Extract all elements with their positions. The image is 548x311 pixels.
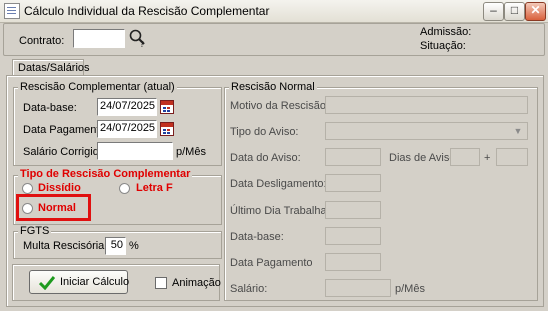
normal-datapag-label: Data Pagamento bbox=[230, 257, 313, 269]
dias-aviso-input bbox=[450, 148, 480, 166]
data-aviso-label: Data do Aviso: bbox=[230, 152, 301, 164]
datapag-label: Data Pagamento: bbox=[23, 124, 109, 136]
normal-database-label: Data-base: bbox=[230, 231, 284, 243]
fgts-title: FGTS bbox=[18, 225, 52, 237]
calendar-icon[interactable] bbox=[160, 100, 174, 114]
check-icon bbox=[39, 276, 55, 290]
situacao-label: Situação: bbox=[420, 40, 466, 52]
multa-input[interactable]: 50 bbox=[105, 237, 126, 255]
chevron-down-icon: ▼ bbox=[513, 126, 523, 136]
svg-text:?: ? bbox=[140, 40, 144, 48]
contrato-input[interactable] bbox=[73, 29, 125, 48]
calendar-icon[interactable] bbox=[160, 122, 174, 136]
admissao-label: Admissão: bbox=[420, 26, 472, 38]
app-icon bbox=[4, 3, 20, 19]
tipo-aviso-select bbox=[325, 122, 528, 140]
salario-unit: p/Mês bbox=[176, 146, 206, 158]
tipo-rescisao-title: Tipo de Rescisão Complementar bbox=[18, 168, 193, 180]
desligamento-input bbox=[325, 174, 381, 192]
motivo-label: Motivo da Rescisão: bbox=[230, 100, 330, 112]
radio-dissidio[interactable] bbox=[22, 183, 33, 194]
rescisao-normal-title: Rescisão Normal bbox=[229, 81, 317, 93]
tab-label: Datas/Salários bbox=[18, 62, 90, 74]
datapag-input[interactable]: 24/07/2025 bbox=[97, 120, 157, 138]
normal-database-input bbox=[325, 227, 381, 245]
motivo-input bbox=[325, 96, 528, 114]
search-icon[interactable]: ? bbox=[128, 28, 148, 49]
dias-aviso-label: Dias de Aviso: bbox=[389, 152, 459, 164]
multa-label: Multa Rescisória: bbox=[23, 240, 108, 252]
ultimo-dia-input bbox=[325, 201, 381, 219]
animacao-checkbox[interactable] bbox=[155, 277, 167, 289]
iniciar-calculo-button[interactable]: Iniciar Cálculo bbox=[29, 270, 130, 294]
dias-extra-input bbox=[496, 148, 528, 166]
title-bar: Cálculo Individual da Rescisão Complemen… bbox=[0, 0, 548, 23]
database-input[interactable]: 24/07/2025 bbox=[97, 98, 157, 116]
iniciar-calculo-label: Iniciar Cálculo bbox=[60, 276, 130, 288]
salario-corrigido-label: Salário Corrigido: bbox=[23, 146, 108, 158]
letra-f-label: Letra F bbox=[136, 182, 173, 194]
radio-letra-f[interactable] bbox=[119, 183, 130, 194]
normal-salario-unit: p/Mês bbox=[395, 283, 425, 295]
multa-unit: % bbox=[129, 240, 139, 252]
salario-corrigido-input[interactable] bbox=[97, 142, 173, 160]
animacao-label: Animação bbox=[172, 277, 221, 289]
normal-datapag-input bbox=[325, 253, 381, 271]
rescisao-atual-title: Rescisão Complementar (atual) bbox=[18, 81, 177, 93]
tipo-aviso-label: Tipo do Aviso: bbox=[230, 126, 299, 138]
maximize-button[interactable]: □ bbox=[504, 2, 525, 21]
tab-datas-salarios[interactable]: Datas/Salários bbox=[12, 59, 90, 76]
minimize-button[interactable]: – bbox=[483, 2, 504, 21]
dias-plus: + bbox=[484, 152, 491, 164]
close-button[interactable]: ✕ bbox=[525, 2, 546, 21]
data-aviso-input bbox=[325, 148, 381, 166]
database-label: Data-base: bbox=[23, 102, 77, 114]
dissidio-label: Dissídio bbox=[38, 182, 81, 194]
highlight-box bbox=[16, 194, 91, 221]
contrato-label: Contrato: bbox=[19, 35, 65, 47]
window-title: Cálculo Individual da Rescisão Complemen… bbox=[24, 4, 270, 18]
normal-salario-input bbox=[325, 279, 391, 297]
desligamento-label: Data Desligamento: bbox=[230, 178, 327, 190]
normal-salario-label: Salário: bbox=[230, 283, 268, 295]
